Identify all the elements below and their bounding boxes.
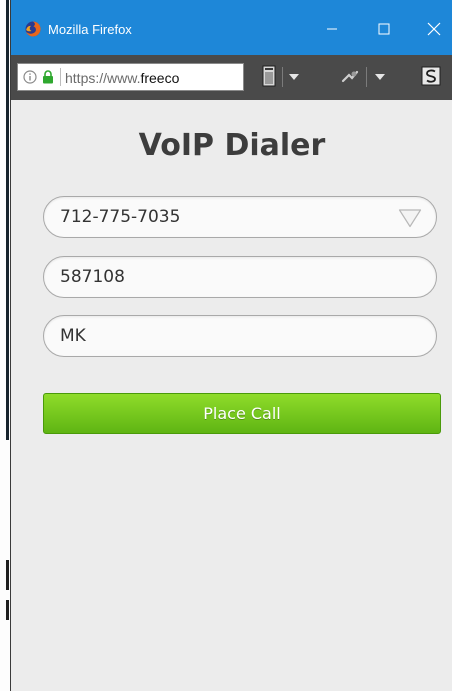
lock-icon[interactable]	[42, 70, 54, 84]
page-title: VoIP Dialer	[138, 128, 326, 163]
phone-number-select[interactable]: 712-775-7035	[43, 196, 437, 238]
url-prefix: https://www.	[65, 70, 141, 86]
desktop-edge-bar	[6, 0, 9, 440]
title-bar[interactable]: Mozilla Firefox	[11, 0, 452, 55]
navigation-toolbar: https://www.freeco	[11, 55, 452, 100]
url-text[interactable]: https://www.freeco	[65, 70, 179, 86]
maximize-icon	[378, 23, 390, 35]
reader-icon[interactable]	[262, 65, 276, 87]
desktop-edge	[0, 0, 10, 691]
pocket-icon[interactable]	[341, 69, 359, 85]
toolbar-separator	[282, 67, 283, 87]
firefox-icon	[25, 21, 41, 37]
toolbar-separator	[366, 67, 367, 87]
s-icon[interactable]	[421, 66, 441, 86]
minimize-button[interactable]	[309, 12, 355, 46]
desktop-edge-bar	[6, 560, 9, 590]
dropdown-caret-icon[interactable]	[398, 208, 422, 228]
url-host: freeco	[140, 70, 180, 86]
info-icon[interactable]	[23, 70, 37, 84]
pin-field[interactable]: 587108	[43, 256, 437, 298]
address-bar-separator	[60, 68, 61, 86]
maximize-button[interactable]	[361, 12, 407, 46]
minimize-icon	[327, 28, 337, 30]
name-value: MK	[60, 326, 86, 346]
desktop-edge-bar	[6, 600, 9, 620]
window-title: Mozilla Firefox	[48, 22, 132, 37]
close-icon	[427, 22, 441, 36]
name-field[interactable]: MK	[43, 315, 437, 357]
place-call-button[interactable]: Place Call	[43, 393, 441, 434]
close-button[interactable]	[411, 12, 452, 46]
dropdown-arrow-icon[interactable]	[289, 74, 299, 80]
place-call-label: Place Call	[203, 404, 281, 423]
menu-arrow-icon[interactable]	[375, 74, 385, 80]
phone-number-value: 712-775-7035	[60, 207, 181, 227]
address-bar[interactable]: https://www.freeco	[17, 63, 244, 91]
dialer-page: VoIP Dialer 712-775-7035 587108 MK Place…	[11, 100, 452, 691]
pin-value: 587108	[60, 267, 125, 287]
browser-window: Mozilla Firefox https://www.freeco VoIP …	[10, 0, 452, 691]
